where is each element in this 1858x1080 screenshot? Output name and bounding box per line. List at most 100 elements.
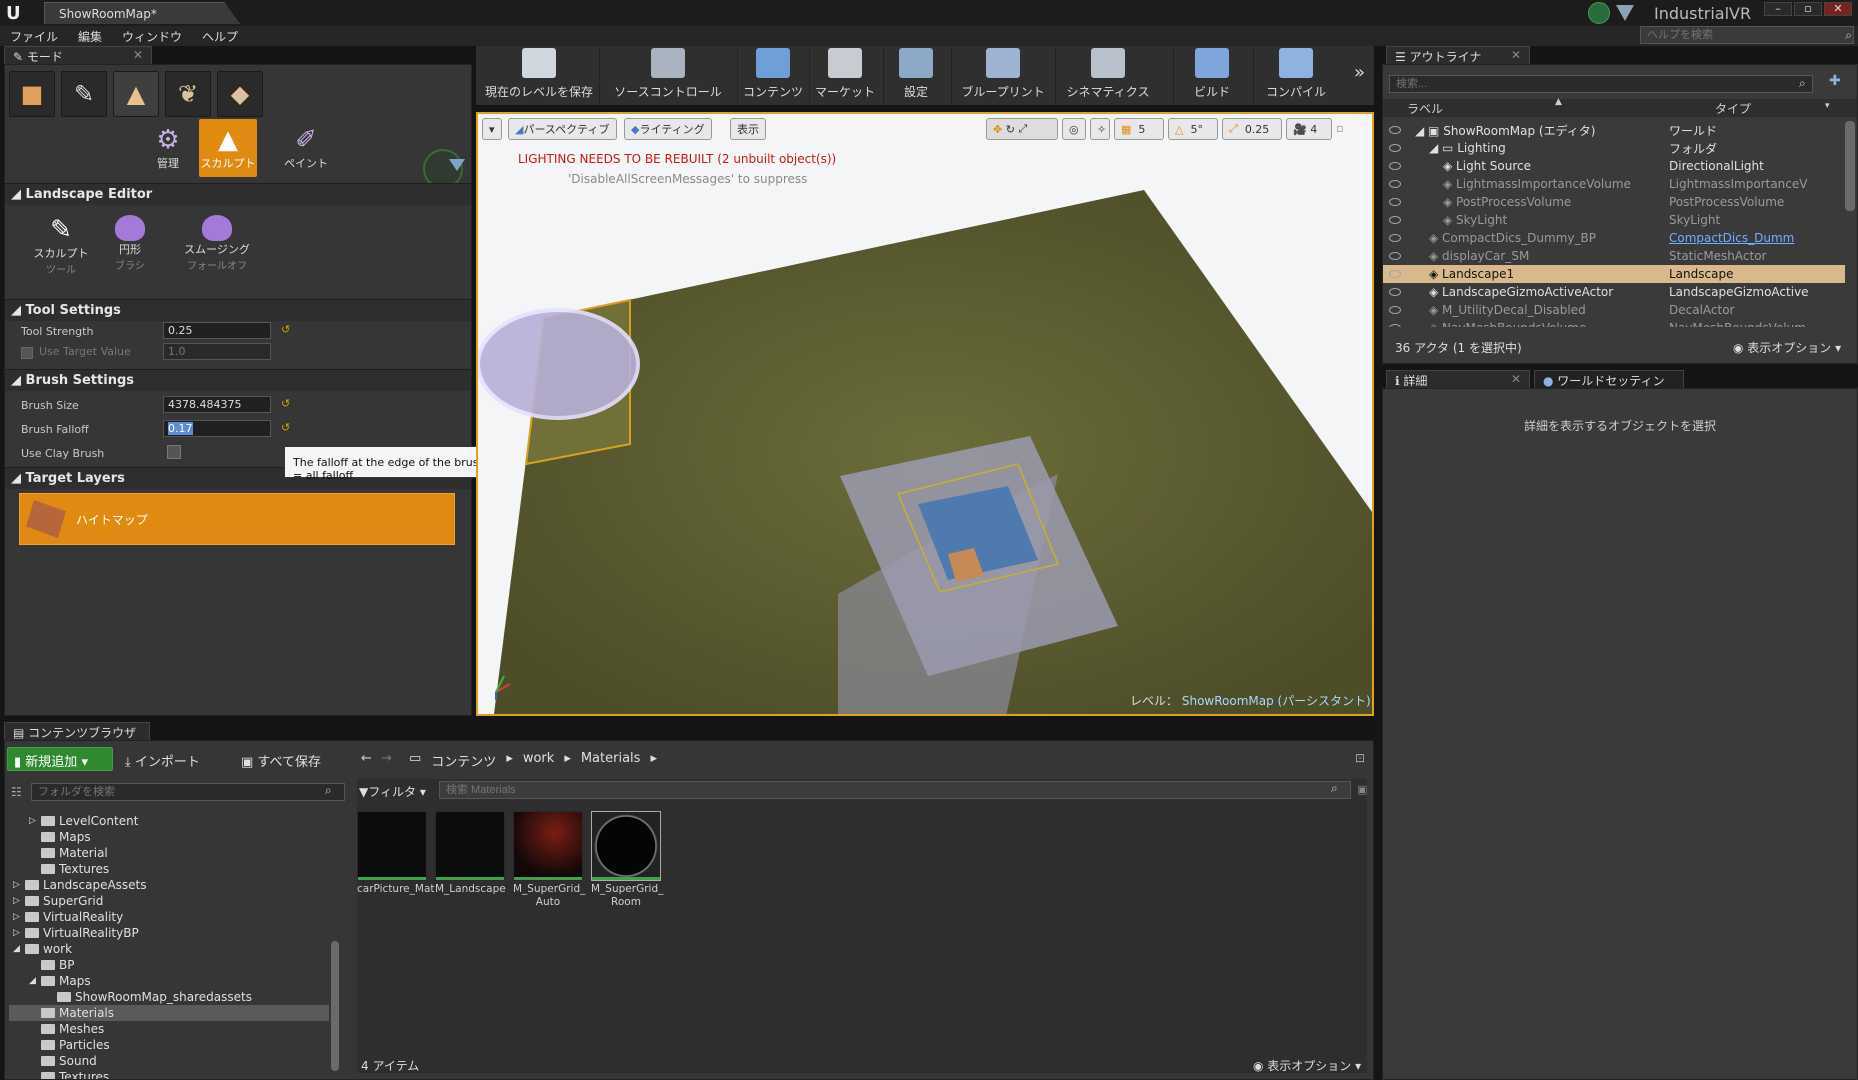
outliner-scrollbar[interactable]	[1845, 121, 1855, 211]
toolbar-button-source-control[interactable]: ソースコントロール	[602, 48, 734, 104]
falloff-selector-smooth[interactable]: スムージング フォールオフ	[175, 215, 259, 272]
expand-arrow-icon[interactable]: ▷	[29, 816, 41, 826]
outliner-row[interactable]: ◈ Landscape1 Landscape	[1383, 265, 1845, 283]
toolbar-button-content[interactable]: コンテンツ	[740, 48, 806, 104]
save-all-button[interactable]: ▣ すべて保存	[241, 751, 321, 770]
outliner-row[interactable]: ◈ LandscapeGizmoActiveActor LandscapeGizm…	[1383, 283, 1845, 301]
toolbar-button-cinematics[interactable]: シネマティクス	[1058, 48, 1158, 104]
landscape-sculpt-button[interactable]: ▲ スカルプト	[199, 119, 257, 177]
col-label[interactable]: ラベル	[1407, 100, 1443, 117]
breadcrumb-content[interactable]: コンテンツ	[431, 751, 496, 770]
column-menu-icon[interactable]: ▾	[1825, 101, 1830, 111]
close-icon[interactable]: ✕	[133, 48, 143, 62]
outliner-view-options[interactable]: ◉ 表示オプション ▾	[1733, 339, 1841, 356]
close-button[interactable]: ✕	[1824, 2, 1852, 16]
toolbar-button-settings[interactable]: 設定	[886, 48, 946, 104]
reset-icon[interactable]: ↺	[281, 397, 290, 410]
asset-tile[interactable]: M_Landscape	[435, 811, 506, 896]
place-mode-icon[interactable]: ■	[9, 71, 55, 117]
visibility-eye-icon[interactable]	[1389, 306, 1401, 314]
tab-outliner[interactable]: ☰ アウトライナ ✕	[1386, 46, 1530, 64]
expand-arrow-icon[interactable]: ◢	[29, 976, 41, 986]
show-button[interactable]: 表示	[730, 118, 766, 140]
visibility-eye-icon[interactable]	[1389, 216, 1401, 224]
outliner-row[interactable]: ◈ NavMeshBoundsVolume NavMeshBoundsVolum	[1383, 319, 1845, 327]
toolbar-button-marketplace[interactable]: マーケット	[812, 48, 878, 104]
asset-tile[interactable]: M_SuperGrid_ Room	[591, 811, 663, 909]
use-clay-brush-checkbox[interactable]	[167, 445, 181, 459]
visibility-eye-icon[interactable]	[1389, 126, 1401, 134]
visibility-eye-icon[interactable]	[1389, 270, 1401, 278]
close-icon[interactable]: ✕	[1511, 372, 1521, 386]
sources-toggle-icon[interactable]: ☷	[11, 785, 22, 799]
tab-details[interactable]: ℹ 詳細 ✕	[1386, 370, 1530, 388]
reset-icon[interactable]: ↺	[281, 421, 290, 434]
outliner-row[interactable]: ◈ M_UtilityDecal_Disabled DecalActor	[1383, 301, 1845, 319]
folder-tree-scrollbar[interactable]	[331, 941, 339, 1071]
world-local-icon[interactable]: ◎	[1062, 118, 1086, 140]
folder-tree-item[interactable]: ▷ LevelContent	[9, 813, 329, 829]
help-search-input[interactable]	[1640, 26, 1854, 44]
source-control-status-icon[interactable]	[1588, 2, 1610, 24]
outliner-row[interactable]: ◈ SkyLight SkyLight	[1383, 211, 1845, 229]
toolbar-button-build[interactable]: ビルド	[1176, 48, 1248, 104]
landscape-manage-button[interactable]: ⚙ 管理	[139, 119, 197, 177]
expand-arrow-icon[interactable]: ▷	[13, 912, 25, 922]
tool-strength-input[interactable]: 0.25	[163, 322, 271, 339]
brush-settings-header[interactable]: ◢ Brush Settings	[5, 369, 471, 391]
expand-arrow-icon[interactable]: ▷	[13, 880, 25, 890]
scale-icon[interactable]: ⤢	[1018, 122, 1027, 136]
rotate-icon[interactable]: ↻	[1006, 123, 1015, 136]
breadcrumb-materials[interactable]: Materials	[581, 751, 641, 770]
folder-tree-item[interactable]: Textures	[9, 861, 329, 877]
expand-arrow-icon[interactable]: ▷	[13, 896, 25, 906]
menu-edit[interactable]: 編集	[78, 28, 102, 45]
folder-tree-item[interactable]: Materials	[9, 1005, 329, 1021]
toolbar-button-blueprint[interactable]: ブループリント	[954, 48, 1052, 104]
toolbar-button-compile[interactable]: コンパイル	[1256, 48, 1336, 104]
outliner-row[interactable]: ◈ CompactDics_Dummy_BP CompactDics_Dumm	[1383, 229, 1845, 247]
folder-tree-item[interactable]: BP	[9, 957, 329, 973]
save-search-icon[interactable]: ▣	[1357, 783, 1367, 796]
back-icon[interactable]: ←	[361, 751, 372, 766]
grid-snap-button[interactable]: ▦ 5	[1114, 118, 1164, 140]
folder-tree-item[interactable]: Material	[9, 845, 329, 861]
folder-tree-item[interactable]: ◢ Maps	[9, 973, 329, 989]
visibility-eye-icon[interactable]	[1389, 162, 1401, 170]
foliage-mode-icon[interactable]: ❦	[165, 71, 211, 117]
reset-icon[interactable]: ↺	[281, 323, 290, 336]
perspective-button[interactable]: ◢ パースペクティブ	[508, 118, 617, 140]
maximize-viewport-icon[interactable]: ▫	[1336, 122, 1343, 135]
menu-window[interactable]: ウィンドウ	[122, 28, 182, 45]
outliner-settings-icon[interactable]: ✚	[1829, 73, 1853, 93]
content-view-options[interactable]: ◉ 表示オプション ▾	[1253, 1057, 1361, 1074]
tool-selector-sculpt[interactable]: ✎ スカルプト ツール	[25, 215, 97, 276]
tab-world-settings[interactable]: ● ワールドセッティン	[1534, 370, 1684, 388]
outliner-row[interactable]: ◢ ▭ Lighting フォルダ	[1383, 139, 1845, 157]
asset-tile[interactable]: M_SuperGrid_ Auto	[513, 811, 585, 909]
visibility-eye-icon[interactable]	[1389, 198, 1401, 206]
scale-snap-button[interactable]: ⤢ 0.25	[1222, 118, 1282, 140]
outliner-search-input[interactable]	[1389, 75, 1813, 93]
menu-help[interactable]: ヘルプ	[202, 28, 238, 45]
geometry-mode-icon[interactable]: ◆	[217, 71, 263, 117]
lock-icon[interactable]: ⊡	[1355, 751, 1365, 765]
folder-tree-item[interactable]: Meshes	[9, 1021, 329, 1037]
visibility-eye-icon[interactable]	[1389, 288, 1401, 296]
viewport[interactable]: ▾ ◢ パースペクティブ ◆ ライティング 表示 LIGHTING NEEDS …	[476, 112, 1374, 716]
translate-icon[interactable]: ✥	[993, 123, 1002, 136]
visibility-eye-icon[interactable]	[1389, 252, 1401, 260]
folder-tree-item[interactable]: Sound	[9, 1053, 329, 1069]
brush-size-input[interactable]: 4378.484375	[163, 396, 271, 413]
lighting-button[interactable]: ◆ ライティング	[624, 118, 712, 140]
folder-search-input[interactable]	[31, 783, 345, 801]
visibility-eye-icon[interactable]	[1389, 180, 1401, 188]
outliner-row[interactable]: ◈ LightmassImportanceVolume LightmassImpo…	[1383, 175, 1845, 193]
brush-falloff-input[interactable]: 0.17	[163, 420, 271, 437]
tool-settings-header[interactable]: ◢ Tool Settings	[5, 299, 471, 321]
asset-tile[interactable]: carPicture_Mat	[357, 811, 435, 896]
outliner-row[interactable]: ◈ PostProcessVolume PostProcessVolume	[1383, 193, 1845, 211]
folder-tree-item[interactable]: ▷ VirtualReality	[9, 909, 329, 925]
expand-arrow-icon[interactable]: ▷	[13, 928, 25, 938]
import-button[interactable]: ⤓ インポート	[125, 751, 200, 770]
